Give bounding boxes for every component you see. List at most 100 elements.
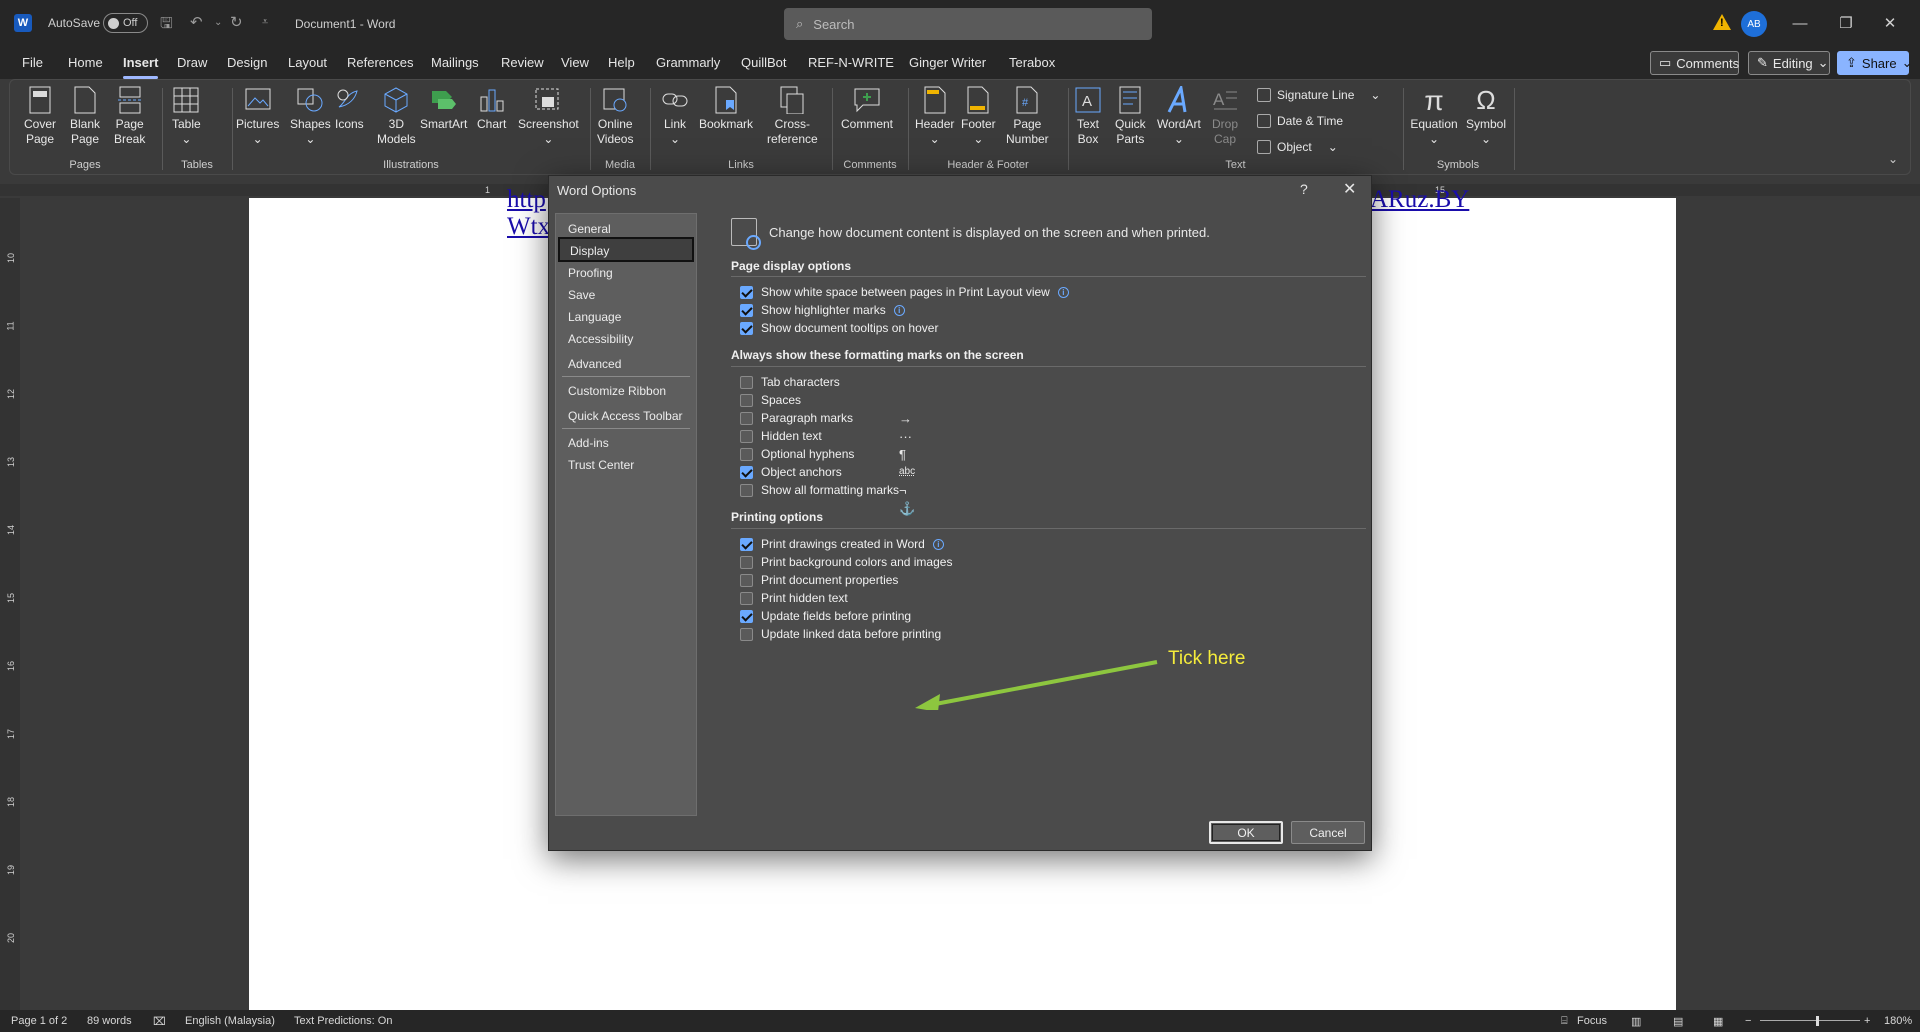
comments-button[interactable]: ▭ Comments (1650, 51, 1739, 75)
option-optional-hyphens[interactable]: Optional hyphens (740, 447, 854, 461)
option-show-white-space[interactable]: Show white space between pages in Print … (740, 285, 1069, 299)
nav-item-quick-access-toolbar[interactable]: Quick Access Toolbar (568, 409, 683, 423)
cancel-button[interactable]: Cancel (1291, 821, 1365, 844)
tab-review[interactable]: Review (501, 55, 544, 70)
tab-ref-n-write[interactable]: REF-N-WRITE (808, 55, 894, 70)
search-box[interactable]: ⌕ Search (784, 8, 1152, 40)
zoom-slider[interactable] (1760, 1020, 1860, 1021)
tab-layout[interactable]: Layout (288, 55, 327, 70)
signature-line-button[interactable]: Signature Line ⌄ (1257, 88, 1380, 102)
focus-icon[interactable]: ⌸ (1561, 1015, 1568, 1028)
checkbox[interactable] (740, 591, 753, 605)
icons-button[interactable]: Icons (335, 86, 364, 132)
nav-item-customize-ribbon[interactable]: Customize Ribbon (568, 384, 666, 398)
option-print-drawings[interactable]: Print drawings created in Word i (740, 537, 944, 551)
avatar[interactable]: AB (1741, 11, 1767, 37)
comment-button[interactable]: Comment (830, 86, 904, 132)
text-predictions-status[interactable]: Text Predictions: On (294, 1015, 392, 1027)
tab-insert[interactable]: Insert (123, 55, 159, 79)
document-link-text[interactable]: Wtx (507, 213, 550, 241)
checkbox[interactable] (740, 573, 753, 587)
checkbox[interactable] (740, 375, 753, 389)
nav-item-display[interactable]: Display (558, 237, 694, 262)
print-layout-icon[interactable]: ▤ (1673, 1015, 1683, 1028)
checkbox[interactable] (740, 447, 753, 461)
tab-quillbot[interactable]: QuillBot (741, 55, 787, 70)
nav-item-proofing[interactable]: Proofing (568, 266, 613, 280)
focus-button[interactable]: Focus (1577, 1015, 1607, 1027)
collapse-ribbon-icon[interactable]: ⌄ (1888, 152, 1898, 166)
tab-home[interactable]: Home (68, 55, 103, 70)
link-button[interactable]: Link ⌄ (661, 86, 689, 147)
quick-parts-button[interactable]: Quick Parts (1115, 86, 1146, 147)
text-box-button[interactable]: A Text Box (1074, 86, 1102, 147)
nav-item-save[interactable]: Save (568, 288, 595, 302)
bookmark-button[interactable]: Bookmark (699, 86, 753, 132)
tab-references[interactable]: References (347, 55, 413, 70)
pictures-button[interactable]: Pictures ⌄ (236, 86, 279, 147)
tab-grammarly[interactable]: Grammarly (656, 55, 720, 70)
option-hidden-text[interactable]: Hidden text (740, 429, 822, 443)
option-paragraph-marks[interactable]: Paragraph marks (740, 411, 853, 425)
zoom-slider-handle[interactable] (1816, 1016, 1819, 1026)
checkbox[interactable] (740, 537, 753, 551)
nav-item-advanced[interactable]: Advanced (568, 357, 621, 371)
redo-icon[interactable]: ↻ (230, 13, 243, 31)
editing-button[interactable]: ✎ Editing ⌄ (1748, 51, 1830, 75)
language-status[interactable]: English (Malaysia) (185, 1015, 275, 1027)
word-count[interactable]: 89 words (87, 1015, 132, 1027)
tab-mailings[interactable]: Mailings (431, 55, 479, 70)
option-show-all-formatting[interactable]: Show all formatting marks (740, 483, 899, 497)
tab-draw[interactable]: Draw (177, 55, 207, 70)
chart-button[interactable]: Chart (477, 86, 506, 132)
footer-button[interactable]: Footer ⌄ (961, 86, 996, 147)
zoom-level[interactable]: 180% (1884, 1015, 1912, 1027)
checkbox[interactable] (740, 627, 753, 641)
cover-page-button[interactable]: Cover Page (24, 86, 56, 147)
nav-item-language[interactable]: Language (568, 310, 621, 324)
checkbox[interactable] (740, 465, 753, 479)
page-number-button[interactable]: # Page Number (1006, 86, 1049, 147)
ok-button[interactable]: OK (1209, 821, 1283, 844)
option-print-hidden-text[interactable]: Print hidden text (740, 591, 848, 605)
tab-design[interactable]: Design (227, 55, 267, 70)
tab-help[interactable]: Help (608, 55, 635, 70)
online-videos-button[interactable]: Online Videos (597, 86, 633, 147)
checkbox[interactable] (740, 429, 753, 443)
checkbox[interactable] (740, 303, 753, 317)
share-button[interactable]: ⇪ Share ⌄ (1837, 51, 1913, 75)
cross-reference-button[interactable]: Cross-reference (767, 86, 818, 147)
header-button[interactable]: Header ⌄ (915, 86, 954, 147)
nav-item-general[interactable]: General (568, 222, 611, 236)
close-window-icon[interactable]: ✕ (1870, 10, 1910, 36)
object-button[interactable]: Object ⌄ (1257, 140, 1338, 154)
nav-item-trust-center[interactable]: Trust Center (568, 458, 634, 472)
option-object-anchors[interactable]: Object anchors (740, 465, 842, 479)
3d-models-button[interactable]: 3D Models (377, 86, 416, 147)
tab-ginger-writer[interactable]: Ginger Writer (909, 55, 986, 70)
option-print-background[interactable]: Print background colors and images (740, 555, 952, 569)
screenshot-button[interactable]: Screenshot ⌄ (518, 86, 579, 147)
option-print-properties[interactable]: Print document properties (740, 573, 898, 587)
help-button[interactable]: ? (1300, 181, 1308, 197)
nav-item-add-ins[interactable]: Add-ins (568, 436, 609, 450)
web-layout-icon[interactable]: ▦ (1713, 1015, 1723, 1028)
option-update-fields[interactable]: Update fields before printing (740, 609, 911, 623)
checkbox[interactable] (740, 483, 753, 497)
smartart-button[interactable]: SmartArt (420, 86, 467, 132)
checkbox[interactable] (740, 393, 753, 407)
minimize-icon[interactable]: — (1780, 10, 1820, 36)
equation-button[interactable]: π Equation ⌄ (1403, 86, 1465, 147)
blank-page-button[interactable]: Blank Page (70, 86, 100, 147)
checkbox[interactable] (740, 609, 753, 623)
checkbox[interactable] (740, 555, 753, 569)
customize-toolbar-icon[interactable]: ⩡ (262, 16, 268, 29)
save-icon[interactable]: 🖫 (160, 13, 173, 38)
read-mode-icon[interactable]: ▥ (1631, 1015, 1641, 1028)
page-break-button[interactable]: Page Break (114, 86, 145, 147)
option-update-linked-data[interactable]: Update linked data before printing (740, 627, 941, 641)
shapes-button[interactable]: Shapes ⌄ (290, 86, 331, 147)
autosave-toggle[interactable]: Off (103, 13, 148, 33)
option-show-highlighter[interactable]: Show highlighter marks i (740, 303, 905, 317)
zoom-out-icon[interactable]: − (1745, 1015, 1751, 1027)
